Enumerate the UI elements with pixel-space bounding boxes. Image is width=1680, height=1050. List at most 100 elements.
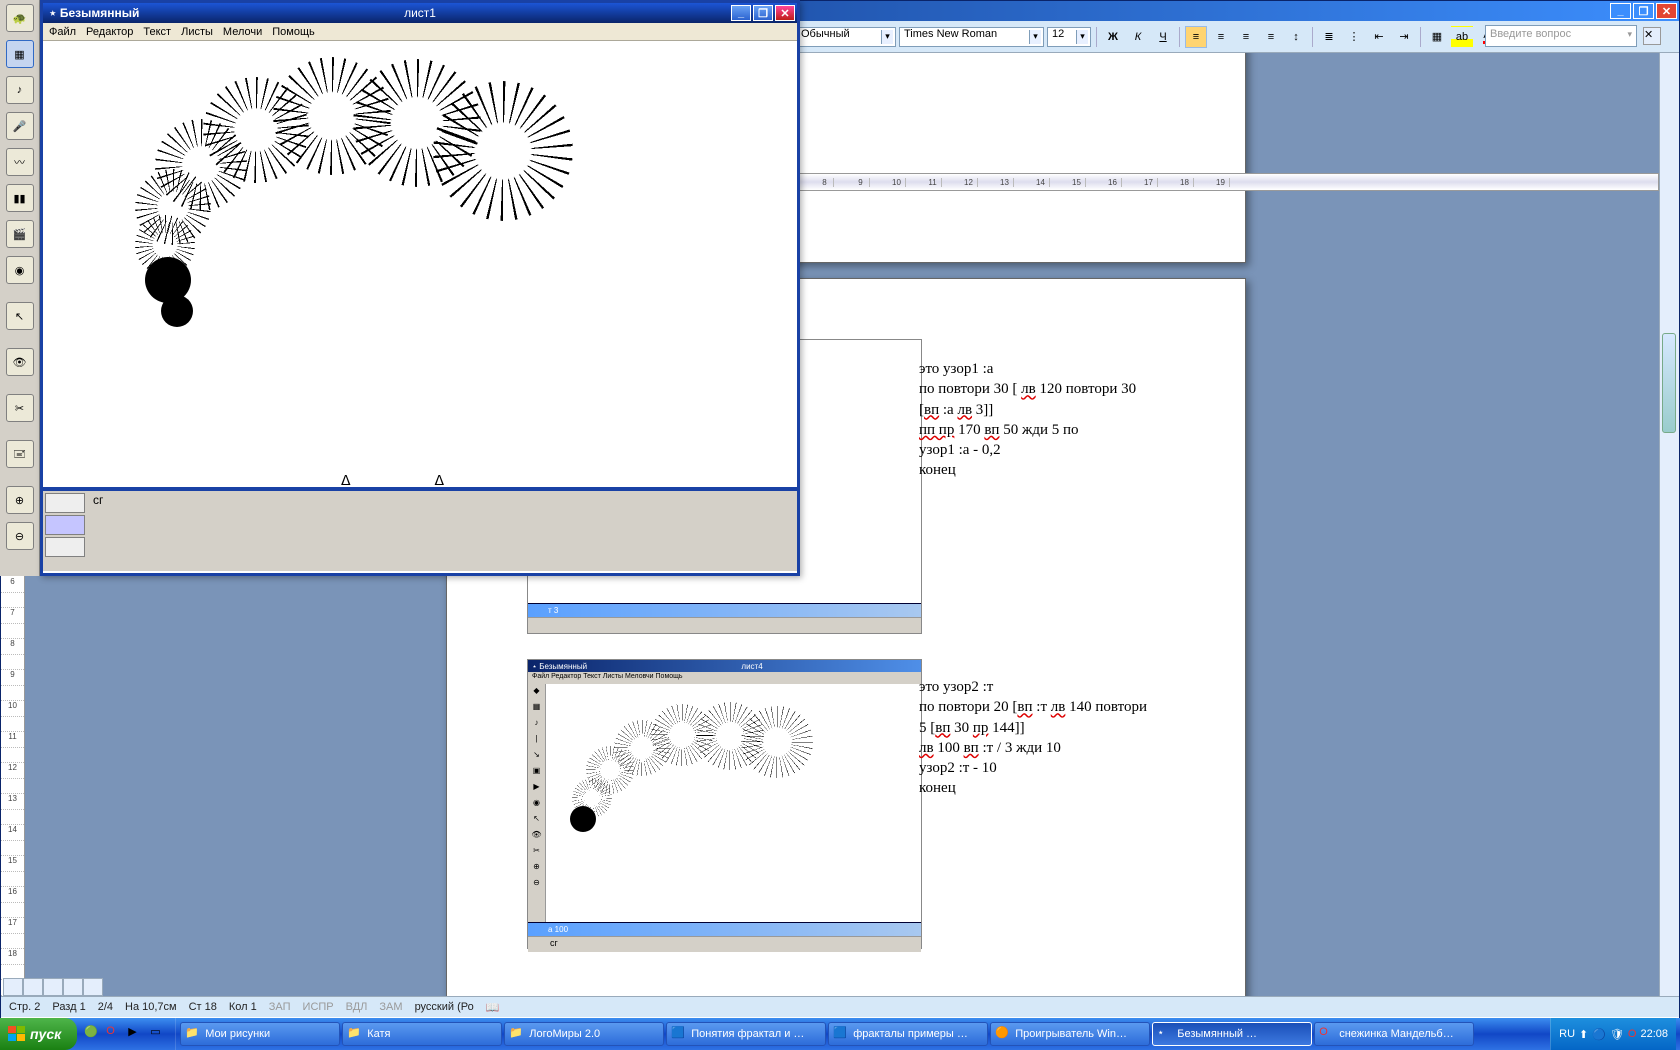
cmd-tool-2[interactable]: [45, 515, 85, 535]
word-view-buttons[interactable]: [3, 978, 103, 996]
embedded-titlebar-area: т 3: [528, 603, 921, 617]
task-button[interactable]: 📁Мои рисунки: [180, 1022, 340, 1046]
quick-launch-item[interactable]: O: [105, 1024, 125, 1044]
taskbar-tasks: 📁Мои рисунки 📁Катя 📁ЛогоМиры 2.0 🟦Поняти…: [176, 1018, 1550, 1050]
book-icon: 📖: [486, 1001, 500, 1014]
tray-icon[interactable]: 🔵: [1592, 1028, 1606, 1041]
embedded-cmd-text: сг: [528, 936, 921, 952]
show-desktop-icon[interactable]: ▭: [149, 1024, 169, 1044]
scrollbar-thumb[interactable]: [1662, 333, 1676, 433]
quick-launch-item[interactable]: ▶: [127, 1024, 147, 1044]
ask-question-box[interactable]: Введите вопрос: [1485, 25, 1637, 47]
font-size-select[interactable]: 12: [1047, 27, 1091, 47]
task-button[interactable]: 🟦фракталы примеры …: [828, 1022, 988, 1046]
bullets-button[interactable]: ⋮: [1343, 26, 1365, 48]
align-center-button[interactable]: ≡: [1210, 26, 1232, 48]
italic-button[interactable]: К: [1127, 26, 1149, 48]
logoworlds-command-area: сг: [43, 491, 797, 571]
logoworlds-title: ⋆ Безымянный: [49, 6, 139, 20]
embedded-screenshot-2: ⋆ Безымянный лист4 Файл Редактор Текст Л…: [527, 659, 922, 949]
vertical-scrollbar[interactable]: [1659, 53, 1679, 996]
turtle-icon[interactable]: 🐢: [6, 4, 34, 32]
bold-button[interactable]: Ж: [1102, 26, 1124, 48]
stamp-icon[interactable]: 🖃: [6, 440, 34, 468]
minimize-button[interactable]: _: [1610, 3, 1631, 19]
mic-icon[interactable]: 🎤: [6, 112, 34, 140]
music-icon[interactable]: ♪: [6, 76, 34, 104]
zoom-out-icon[interactable]: ⊖: [6, 522, 34, 550]
disc-icon[interactable]: ◉: [6, 256, 34, 284]
logo-toolbox: 🐢 ▦ ♪ 🎤 〰 ▮▮ 🎬 ◉ ↖ 👁 ✂ 🖃 ⊕ ⊖: [0, 0, 40, 576]
task-button[interactable]: 📁ЛогоМиры 2.0: [504, 1022, 664, 1046]
task-button[interactable]: 🟠Проигрыватель Win…: [990, 1022, 1150, 1046]
outline-view-button[interactable]: [63, 978, 83, 996]
tray-icon[interactable]: 🛡: [1610, 1028, 1624, 1041]
arrow-icon[interactable]: ↖: [6, 302, 34, 330]
embedded-cmd: [528, 617, 921, 633]
menu-misc[interactable]: Мелочи: [223, 26, 262, 38]
wmp-icon: 🟠: [995, 1026, 1011, 1042]
embedded-canvas: [546, 684, 921, 922]
logoworlds-titlebar[interactable]: ⋆ Безымянный лист1 _ ❐ ✕: [43, 3, 797, 23]
task-button[interactable]: 🟦Понятия фрактал и …: [666, 1022, 826, 1046]
zoom-in-icon[interactable]: ⊕: [6, 486, 34, 514]
grid-icon[interactable]: ▦: [6, 40, 34, 68]
tray-icon[interactable]: O: [1628, 1028, 1637, 1040]
web-view-button[interactable]: [23, 978, 43, 996]
close-button[interactable]: ✕: [1656, 3, 1677, 19]
numbering-button[interactable]: ≣: [1318, 26, 1340, 48]
menu-file[interactable]: Файл: [49, 26, 76, 38]
command-input[interactable]: сг: [87, 491, 797, 571]
font-select[interactable]: Times New Roman: [899, 27, 1044, 47]
word-icon: 🟦: [833, 1026, 849, 1042]
style-select[interactable]: Обычный: [796, 27, 896, 47]
menu-help[interactable]: Помощь: [272, 26, 315, 38]
cmd-tool-3[interactable]: [45, 537, 85, 557]
maximize-button[interactable]: ❐: [753, 5, 773, 21]
system-tray[interactable]: RU ⬆ 🔵 🛡 O 22:08: [1550, 1018, 1676, 1050]
borders-button[interactable]: ▦: [1426, 26, 1448, 48]
close-button[interactable]: ✕: [775, 5, 795, 21]
camera-icon[interactable]: ▮▮: [6, 184, 34, 212]
cmd-tool-1[interactable]: [45, 493, 85, 513]
quick-launch-item[interactable]: 🟢: [83, 1024, 103, 1044]
start-label: пуск: [30, 1026, 61, 1042]
vertical-ruler-lower[interactable]: 67 89 1011 1213 1415 1617 1819: [1, 577, 25, 996]
reading-view-button[interactable]: [83, 978, 103, 996]
menu-sheets[interactable]: Листы: [181, 26, 213, 38]
minimize-button[interactable]: _: [731, 5, 751, 21]
task-button-active[interactable]: ⋆Безымянный …: [1152, 1022, 1312, 1046]
align-right-button[interactable]: ≡: [1235, 26, 1257, 48]
start-button[interactable]: пуск: [0, 1018, 77, 1050]
menu-editor[interactable]: Редактор: [86, 26, 133, 38]
outdent-button[interactable]: ⇤: [1368, 26, 1390, 48]
movie-icon[interactable]: 🎬: [6, 220, 34, 248]
menu-text[interactable]: Текст: [143, 26, 171, 38]
underline-button[interactable]: Ч: [1152, 26, 1174, 48]
tray-clock[interactable]: 22:08: [1640, 1028, 1668, 1040]
logoworlds-canvas[interactable]: ᐃ ᐃ: [43, 41, 797, 491]
indent-button[interactable]: ⇥: [1393, 26, 1415, 48]
doc-code-block-2[interactable]: это узор2 :т по повтори 20 [вп :т лв 140…: [919, 677, 1209, 799]
logoworlds-menubar[interactable]: Файл Редактор Текст Листы Мелочи Помощь: [43, 23, 797, 41]
lang-indicator[interactable]: RU: [1559, 1028, 1575, 1040]
doc-code-block-1[interactable]: это узор1 :а по повтори 30 [ лв 120 повт…: [919, 359, 1209, 481]
chevron-down-icon: [1076, 30, 1088, 44]
line-spacing-button[interactable]: ↕: [1285, 26, 1307, 48]
tray-icon[interactable]: ⬆: [1579, 1028, 1588, 1041]
highlight-button[interactable]: ab: [1451, 26, 1473, 48]
status-at: На 10,7см: [125, 1001, 177, 1013]
folder-icon: 📁: [509, 1026, 525, 1042]
broom-icon[interactable]: 〰: [6, 148, 34, 176]
task-button[interactable]: 📁Катя: [342, 1022, 502, 1046]
normal-view-button[interactable]: [3, 978, 23, 996]
align-justify-button[interactable]: ≡: [1260, 26, 1282, 48]
maximize-button[interactable]: ❐: [1633, 3, 1654, 19]
eye-icon[interactable]: 👁: [6, 348, 34, 376]
print-view-button[interactable]: [43, 978, 63, 996]
close-subwindow-button[interactable]: ✕: [1643, 27, 1661, 45]
scissors-icon[interactable]: ✂: [6, 394, 34, 422]
star-icon: ⋆: [1157, 1026, 1173, 1042]
align-left-button[interactable]: ≡: [1185, 26, 1207, 48]
task-button[interactable]: Oснежинка Мандельб…: [1314, 1022, 1474, 1046]
